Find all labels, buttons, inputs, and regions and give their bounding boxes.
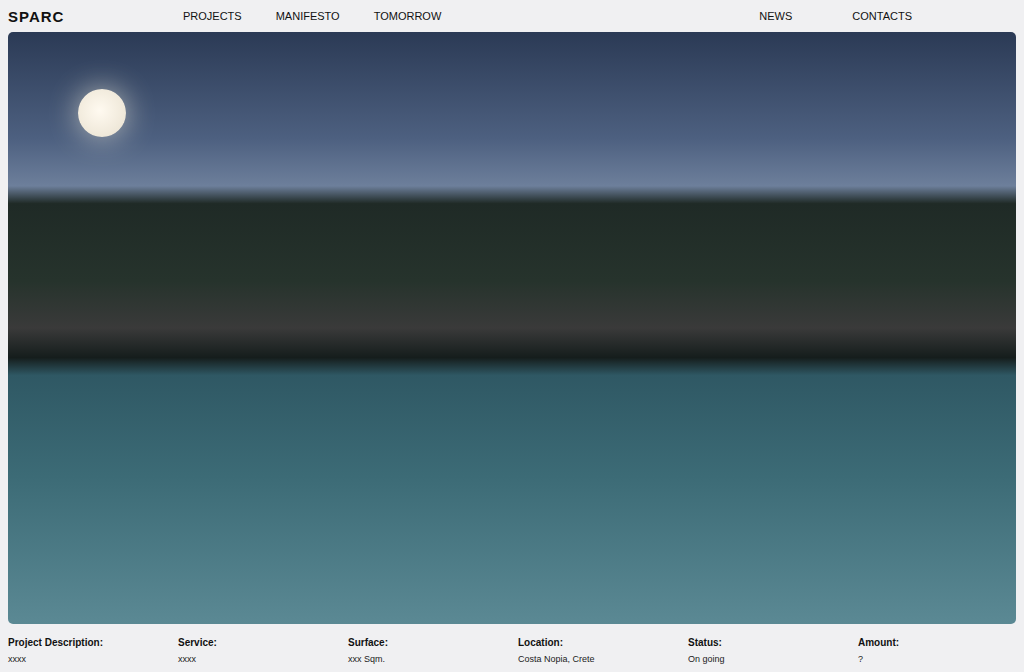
detail-value: On going (688, 654, 858, 664)
main-nav: PROJECTS MANIFESTO TOMORROW (183, 10, 441, 22)
detail-label: Status: (688, 637, 858, 648)
detail-label: Amount: (858, 637, 1024, 648)
detail-label: Surface: (348, 637, 518, 648)
nav-link[interactable]: PROJECTS (183, 10, 242, 22)
detail-column: Project Description: xxxx (8, 637, 178, 664)
detail-value: xxx Sqm. (348, 654, 518, 664)
detail-label: Project Description: (8, 637, 178, 648)
nav-link[interactable]: MANIFESTO (276, 10, 340, 22)
detail-column: Service: xxxx (178, 637, 348, 664)
detail-value: xxxx (8, 654, 178, 664)
project-details: Project Description:xxxxService:xxxxSurf… (0, 624, 1024, 664)
detail-label: Service: (178, 637, 348, 648)
detail-value: xxxx (178, 654, 348, 664)
detail-column: Surface: xxx Sqm. (348, 637, 518, 664)
moon (78, 89, 126, 137)
nav-link[interactable]: NEWS (759, 10, 792, 22)
detail-value: ? (858, 654, 1024, 664)
detail-label: Location: (518, 637, 688, 648)
header: SPARCPROJECTS MANIFESTO TOMORROW NEWS CONTAC… (0, 0, 1024, 32)
nav-link[interactable]: TOMORROW (374, 10, 442, 22)
logo[interactable]: SPARC (8, 8, 183, 25)
nav-link[interactable]: CONTACTS (852, 10, 912, 22)
hero-image (8, 32, 1016, 624)
detail-column: Location: Costa Nopia, Crete (518, 637, 688, 664)
secondary-nav: NEWS CONTACTS (759, 10, 1016, 22)
detail-value: Costa Nopia, Crete (518, 654, 688, 664)
page: SPARCPROJECTS MANIFESTO TOMORROW NEWS CONTAC… (0, 0, 1024, 672)
detail-column: Amount:? (858, 637, 1024, 664)
detail-column: Status: On going (688, 637, 858, 664)
